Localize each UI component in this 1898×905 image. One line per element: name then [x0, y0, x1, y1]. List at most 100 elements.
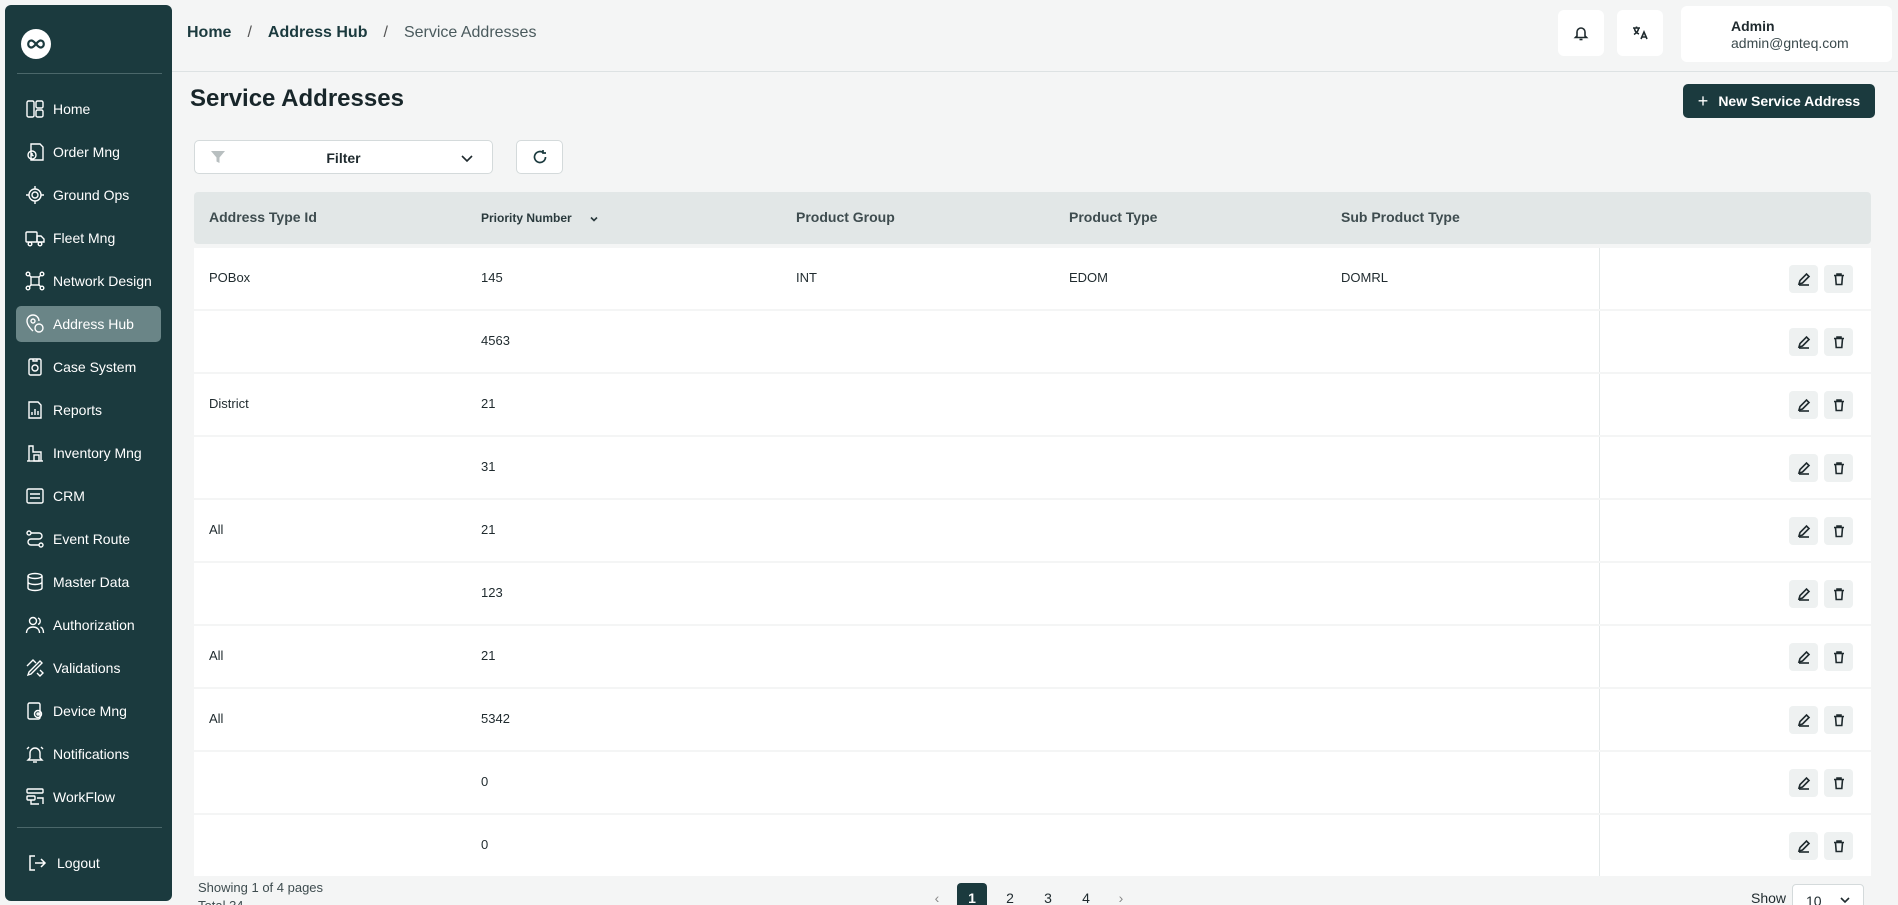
column-header-priority-number[interactable]: Priority Number	[481, 211, 572, 225]
logout-button[interactable]: Logout	[27, 853, 100, 873]
page-button-3[interactable]: 3	[1033, 883, 1063, 905]
trash-icon	[1833, 840, 1844, 853]
sidebar-item-label: Case System	[53, 359, 137, 375]
sidebar-item-inventory-mng[interactable]: Inventory Mng	[16, 435, 161, 471]
edit-button[interactable]	[1789, 265, 1818, 293]
cell-address-type-id: District	[209, 396, 249, 411]
breadcrumb-address-hub[interactable]: Address Hub	[268, 24, 368, 42]
column-header-address-type-id[interactable]: Address Type Id	[209, 209, 317, 225]
new-service-address-button[interactable]: + New Service Address	[1683, 84, 1875, 118]
pencil-ruler-icon	[25, 658, 45, 678]
sidebar-item-ground-ops[interactable]: Ground Ops	[16, 177, 161, 213]
language-button[interactable]	[1617, 10, 1663, 56]
sidebar: Home Order Mng Ground Ops Fleet Mng Netw…	[5, 5, 172, 901]
sidebar-item-crm[interactable]: CRM	[16, 478, 161, 514]
column-header-sub-product-type[interactable]: Sub Product Type	[1341, 209, 1460, 225]
sidebar-item-master-data[interactable]: Master Data	[16, 564, 161, 600]
notifications-button[interactable]	[1558, 10, 1604, 56]
user-email: admin@gnteq.com	[1731, 35, 1849, 51]
sidebar-item-address-hub[interactable]: Address Hub	[16, 306, 161, 342]
breadcrumb-home[interactable]: Home	[187, 24, 231, 42]
edit-button[interactable]	[1789, 328, 1818, 356]
cell-priority-number: 21	[481, 648, 496, 663]
translate-icon	[1633, 26, 1648, 40]
breadcrumb: Home / Address Hub / Service Addresses	[187, 24, 536, 42]
trash-icon	[1833, 714, 1844, 727]
sidebar-item-case-system[interactable]: Case System	[16, 349, 161, 385]
sidebar-item-workflow[interactable]: WorkFlow	[16, 779, 161, 815]
delete-button[interactable]	[1824, 454, 1853, 482]
sidebar-item-fleet-mng[interactable]: Fleet Mng	[16, 220, 161, 256]
delete-button[interactable]	[1824, 832, 1853, 860]
sidebar-divider	[17, 827, 162, 828]
delete-button[interactable]	[1824, 265, 1853, 293]
cell-priority-number: 0	[481, 837, 489, 852]
page-button-2[interactable]: 2	[995, 883, 1025, 905]
sidebar-item-authorization[interactable]: Authorization	[16, 607, 161, 643]
bell-icon	[25, 744, 45, 764]
pagination: ‹ 1 2 3 4 ›	[925, 883, 1141, 905]
trash-icon	[1833, 525, 1844, 538]
bell-icon	[1573, 27, 1589, 41]
delete-button[interactable]	[1824, 517, 1853, 545]
sidebar-item-reports[interactable]: Reports	[16, 392, 161, 428]
sidebar-item-label: Reports	[53, 402, 103, 418]
cell-address-type-id: All	[209, 711, 224, 726]
sidebar-item-validations[interactable]: Validations	[16, 650, 161, 686]
home-icon	[25, 99, 45, 119]
page-button-4[interactable]: 4	[1071, 883, 1101, 905]
breadcrumb-current: Service Addresses	[403, 24, 537, 41]
edit-button[interactable]	[1789, 517, 1818, 545]
edit-button[interactable]	[1789, 643, 1818, 671]
filter-dropdown[interactable]: Filter	[194, 140, 493, 174]
sidebar-item-notifications[interactable]: Notifications	[16, 736, 161, 772]
refresh-button[interactable]	[516, 140, 563, 174]
new-service-address-label: New Service Address	[1718, 93, 1861, 109]
delete-button[interactable]	[1824, 391, 1853, 419]
pencil-icon	[1797, 587, 1810, 601]
actions-divider	[1599, 374, 1600, 435]
route-icon	[25, 529, 45, 549]
pencil-icon	[1797, 776, 1810, 790]
next-page-button[interactable]: ›	[1109, 883, 1133, 905]
breadcrumb-separator: /	[383, 24, 388, 41]
edit-button[interactable]	[1789, 706, 1818, 734]
refresh-icon	[533, 150, 546, 164]
logout-icon	[29, 855, 47, 871]
sidebar-item-home[interactable]: Home	[16, 91, 161, 127]
delete-button[interactable]	[1824, 769, 1853, 797]
edit-button[interactable]	[1789, 580, 1818, 608]
edit-button[interactable]	[1789, 769, 1818, 797]
delete-button[interactable]	[1824, 328, 1853, 356]
app-logo[interactable]	[21, 29, 51, 59]
trash-icon	[1833, 399, 1844, 412]
actions-divider	[1599, 815, 1600, 876]
column-header-product-group[interactable]: Product Group	[796, 209, 895, 225]
trash-icon	[1833, 336, 1844, 349]
edit-button[interactable]	[1789, 454, 1818, 482]
sidebar-divider	[17, 73, 162, 74]
delete-button[interactable]	[1824, 643, 1853, 671]
sidebar-item-label: Home	[53, 101, 91, 117]
sidebar-item-label: WorkFlow	[53, 789, 115, 805]
sidebar-item-order-mng[interactable]: Order Mng	[16, 134, 161, 170]
sidebar-item-device-mng[interactable]: Device Mng	[16, 693, 161, 729]
page-size-select[interactable]: 10	[1792, 884, 1864, 905]
edit-button[interactable]	[1789, 391, 1818, 419]
prev-page-button[interactable]: ‹	[925, 883, 949, 905]
table-row: All 5342	[194, 689, 1871, 750]
sidebar-item-label: Ground Ops	[53, 187, 130, 203]
column-header-product-type[interactable]: Product Type	[1069, 209, 1157, 225]
sidebar-item-event-route[interactable]: Event Route	[16, 521, 161, 557]
delete-button[interactable]	[1824, 706, 1853, 734]
sort-chevron-down-icon[interactable]	[588, 213, 600, 225]
edit-button[interactable]	[1789, 832, 1818, 860]
delete-button[interactable]	[1824, 580, 1853, 608]
cell-priority-number: 5342	[481, 711, 510, 726]
sidebar-item-network-design[interactable]: Network Design	[16, 263, 161, 299]
user-menu[interactable]: Admin admin@gnteq.com	[1681, 6, 1892, 62]
pencil-icon	[1797, 461, 1810, 475]
workflow-icon	[25, 787, 45, 807]
actions-divider	[1599, 563, 1600, 624]
page-button-1[interactable]: 1	[957, 883, 987, 905]
